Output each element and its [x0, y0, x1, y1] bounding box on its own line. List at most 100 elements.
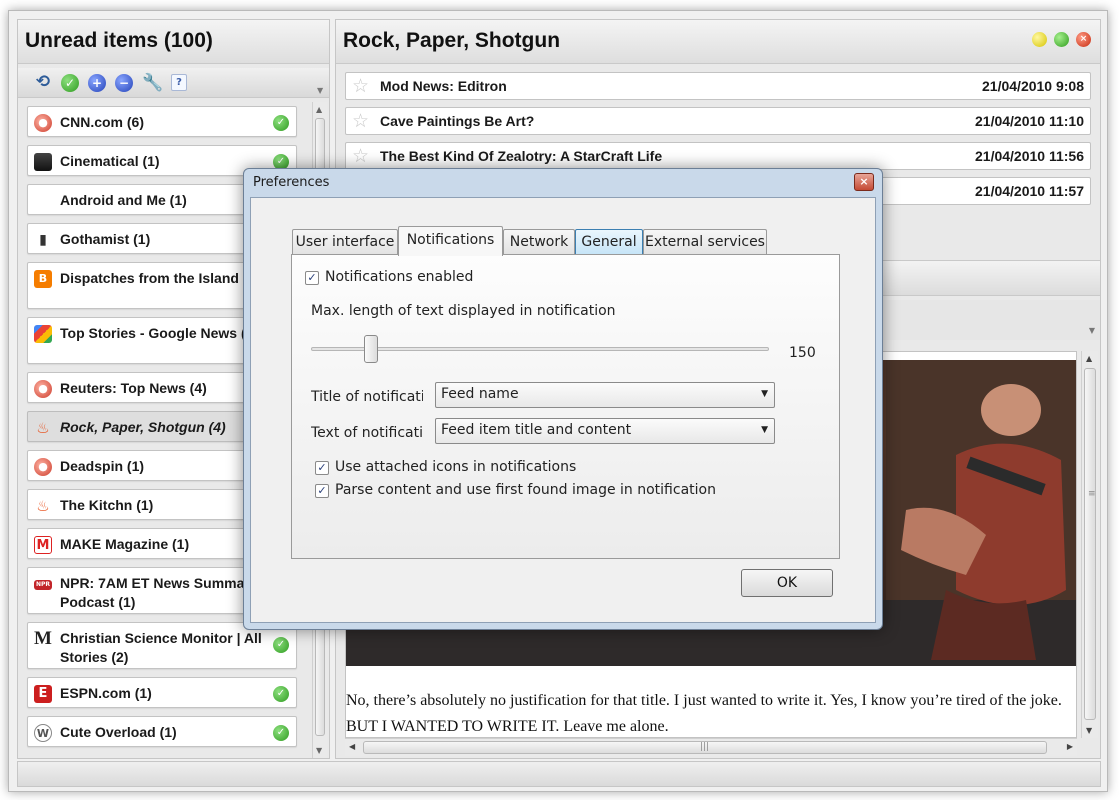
wrench-icon[interactable]: 🔧 — [142, 74, 163, 92]
max-length-slider-thumb[interactable] — [364, 335, 378, 363]
scroll-down-icon[interactable]: ▼ — [316, 746, 322, 755]
content-menu-arrow-icon[interactable]: ▼ — [1089, 326, 1095, 335]
parse-content-label: Parse content and use first found image … — [335, 482, 716, 498]
tab-general[interactable]: General — [575, 229, 643, 255]
feed-item-cute-overload[interactable]: W Cute Overload (1) ✓ — [27, 716, 297, 747]
feed-name: NPR: 7AM ET News Summary Podcast (1) — [60, 575, 258, 610]
scroll-right-icon[interactable]: ▶ — [1067, 742, 1073, 751]
globe-feed-icon: ● — [34, 458, 52, 476]
espn-icon: E — [34, 685, 52, 703]
feeds-pane-header: Unread items (100) — [18, 20, 329, 64]
article-date: 21/04/2010 11:56 — [975, 148, 1084, 164]
tab-notifications[interactable]: Notifications — [398, 226, 503, 256]
google-news-icon — [34, 325, 52, 343]
grip-icon: ||| — [700, 742, 710, 752]
notifications-enabled-checkbox[interactable]: ✓ — [305, 271, 319, 285]
tab-external-services[interactable]: External services — [643, 229, 767, 255]
parse-content-checkbox[interactable]: ✓ — [315, 484, 329, 498]
read-check-icon: ✓ — [273, 725, 289, 741]
status-bar — [17, 761, 1101, 787]
make-icon: M — [34, 536, 52, 554]
article-row[interactable]: ☆ Mod News: Editron 21/04/2010 9:08 — [345, 72, 1091, 100]
help-button[interactable]: ? — [171, 74, 187, 91]
article-row[interactable]: ☆ Cave Paintings Be Art? 21/04/2010 11:1… — [345, 107, 1091, 135]
article-date: 21/04/2010 9:08 — [982, 78, 1084, 94]
article-date: 21/04/2010 11:57 — [975, 183, 1084, 199]
star-icon[interactable]: ☆ — [352, 146, 369, 166]
dropdown-arrow-icon: ▼ — [761, 425, 768, 435]
tab-user-interface[interactable]: User interface — [292, 229, 398, 255]
feed-name: The Kitchn (1) — [60, 497, 154, 513]
minus-circle-icon[interactable]: − — [115, 74, 133, 92]
dialog-title: Preferences — [253, 175, 330, 190]
globe-feed-icon: ● — [34, 380, 52, 398]
maximize-icon[interactable] — [1054, 32, 1069, 47]
title-of-notification-select[interactable]: Feed name ▼ — [435, 382, 775, 408]
scroll-thumb[interactable]: ≡ — [1084, 368, 1096, 720]
dialog-body: User interface Notifications Network Gen… — [250, 197, 876, 623]
read-check-icon: ✓ — [273, 686, 289, 702]
csm-icon: M — [34, 628, 52, 649]
dialog-close-button[interactable]: × — [854, 173, 874, 191]
feeds-toolbar: ⟲ ✓ + − 🔧 ? ▼ — [18, 68, 329, 98]
articles-pane-header: Rock, Paper, Shotgun × — [336, 20, 1100, 64]
preferences-dialog: Preferences × User interface Notificatio… — [243, 168, 883, 630]
scroll-up-icon[interactable]: ▲ — [316, 105, 322, 114]
notifications-panel: ✓ Notifications enabled Max. length of t… — [291, 254, 840, 559]
star-icon[interactable]: ☆ — [352, 111, 369, 131]
article-row[interactable]: ☆ The Best Kind Of Zealotry: A StarCraft… — [345, 142, 1091, 170]
close-icon[interactable]: × — [1076, 32, 1091, 47]
scroll-up-icon[interactable]: ▲ — [1086, 354, 1092, 363]
read-check-icon: ✓ — [273, 115, 289, 131]
tab-network[interactable]: Network — [503, 229, 575, 255]
article-title: Cave Paintings Be Art? — [380, 113, 535, 129]
scroll-thumb[interactable]: ||| — [363, 741, 1047, 754]
toolbar-menu-arrow-icon[interactable]: ▼ — [317, 86, 327, 96]
feed-name: Deadspin (1) — [60, 458, 145, 474]
refresh-icon[interactable]: ⟲ — [34, 74, 52, 92]
flame-icon: ♨ — [36, 419, 50, 437]
plus-circle-icon[interactable]: + — [88, 74, 106, 92]
article-date: 21/04/2010 11:10 — [975, 113, 1084, 129]
max-length-slider-track[interactable] — [311, 347, 769, 351]
wordpress-icon: W — [34, 724, 52, 742]
star-icon[interactable]: ☆ — [352, 76, 369, 96]
articles-pane-title: Rock, Paper, Shotgun — [343, 29, 561, 52]
feed-name: MAKE Magazine (1) — [60, 536, 190, 552]
feeds-pane-title: Unread items (100) — [25, 29, 213, 52]
text-of-notification-select[interactable]: Feed item title and content ▼ — [435, 418, 775, 444]
feed-name: Reuters: Top News (4) — [60, 380, 207, 396]
gothamist-icon: ▮ — [39, 232, 47, 248]
feed-name: Christian Science Monitor | All Stories … — [60, 630, 262, 665]
scroll-left-icon[interactable]: ◀ — [349, 742, 355, 751]
attached-icons-checkbox[interactable]: ✓ — [315, 461, 329, 475]
max-length-label: Max. length of text displayed in notific… — [311, 303, 616, 319]
globe-feed-icon: ● — [34, 114, 52, 132]
blogger-icon: B — [34, 270, 52, 288]
check-circle-icon[interactable]: ✓ — [61, 74, 79, 92]
feed-item-espn[interactable]: E ESPN.com (1) ✓ — [27, 677, 297, 708]
minimize-icon[interactable] — [1032, 32, 1047, 47]
title-of-notification-label: Title of notification — [311, 389, 423, 405]
feed-name: CNN.com (6) — [60, 114, 145, 130]
feed-name: Cute Overload (1) — [60, 724, 177, 740]
attached-icons-label: Use attached icons in notifications — [335, 459, 577, 475]
scroll-down-icon[interactable]: ▼ — [1086, 726, 1092, 735]
article-body-text: No, there’s absolutely no justification … — [346, 692, 1062, 735]
feed-name: Android and Me (1) — [60, 192, 187, 208]
read-check-icon: ✓ — [273, 637, 289, 653]
cinematical-icon — [34, 153, 52, 171]
ok-button[interactable]: OK — [741, 569, 833, 597]
content-vertical-scrollbar[interactable]: ▲ ≡ ▼ — [1081, 351, 1098, 738]
content-horizontal-scrollbar[interactable]: ◀ ||| ▶ — [345, 738, 1077, 756]
feed-name: Rock, Paper, Shotgun (4) — [60, 419, 226, 435]
feed-name: Top Stories - Google News (6) — [60, 325, 259, 341]
select-value: Feed item title and content — [441, 422, 632, 438]
feed-name: Cinematical (1) — [60, 153, 160, 169]
dropdown-arrow-icon: ▼ — [761, 389, 768, 399]
text-of-notification-label: Text of notification — [311, 425, 423, 441]
article-title: The Best Kind Of Zealotry: A StarCraft L… — [380, 148, 663, 164]
feed-item-cnn[interactable]: ● CNN.com (6) ✓ — [27, 106, 297, 137]
npr-icon: NPR — [34, 580, 52, 590]
dialog-titlebar[interactable]: Preferences × — [244, 169, 882, 197]
